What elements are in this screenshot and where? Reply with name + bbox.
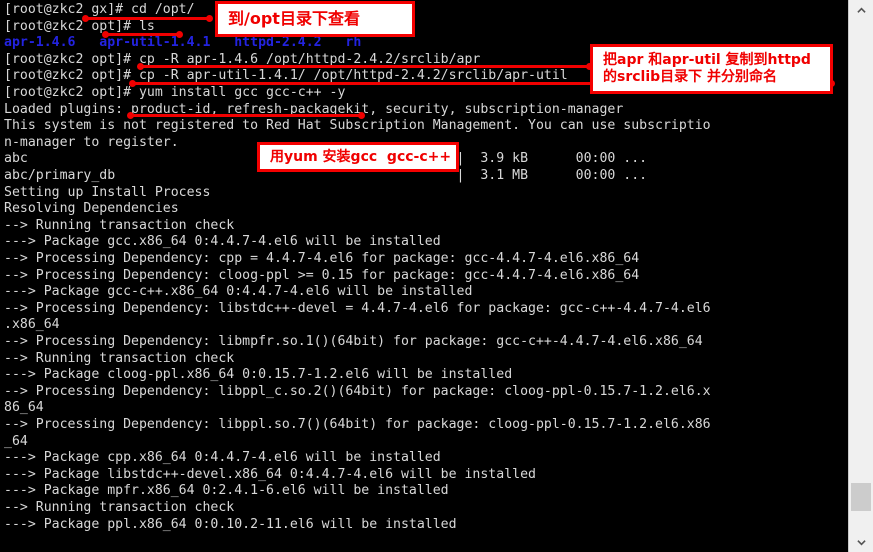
- leader-line-cp-apr: [137, 63, 593, 70]
- terminal-line: --> Running transaction check: [4, 350, 235, 366]
- terminal-line: apr-1.4.6 apr-util-1.4.1 httpd-2.4.2 rh: [4, 35, 362, 51]
- terminal-line: --> Running transaction check: [4, 500, 235, 515]
- terminal-line: --> Processing Dependency: libstdc++-dev…: [4, 300, 711, 316]
- callout-copy-srclib-line-2: 的srclib目录下 并分别命名: [603, 69, 778, 85]
- terminal-line: n-manager to register.: [4, 134, 179, 150]
- callout-yum-gcc-line-1: 用yum 安装gcc gcc-c++: [270, 148, 452, 165]
- terminal-line: Setting up Install Process: [4, 184, 211, 200]
- vertical-scrollbar[interactable]: [848, 0, 873, 552]
- scrollbar-down-button[interactable]: [849, 532, 873, 552]
- terminal-line: [root@zkc2 gx]# cd /opt/: [4, 2, 195, 17]
- scrollbar-track-above-thumb[interactable]: [849, 20, 873, 483]
- terminal-line: --> Processing Dependency: cloog-ppl >= …: [4, 267, 640, 283]
- callout-cd-opt: 到/opt目录下查看: [215, 1, 415, 37]
- leader-line-yum: [127, 112, 365, 119]
- scrollbar-up-button[interactable]: [849, 0, 873, 20]
- callout-copy-srclib: 把apr 和apr-util 复制到httpd 的srclib目录下 并分别命名: [590, 44, 833, 94]
- callout-copy-srclib-line-1: 把apr 和apr-util 复制到httpd: [603, 52, 811, 69]
- terminal-line: --> Processing Dependency: libmpfr.so.1(…: [4, 334, 703, 349]
- terminal-line: Resolving Dependencies: [4, 201, 179, 217]
- terminal-line: --> Processing Dependency: libppl_c.so.2…: [4, 383, 711, 399]
- terminal-line: --> Processing Dependency: libppl.so.7()…: [4, 417, 711, 432]
- leader-line-ls: [102, 31, 183, 38]
- terminal-line: ---> Package gcc-c++.x86_64 0:4.4.7-4.el…: [4, 284, 473, 300]
- terminal-line: 86_64: [4, 400, 44, 416]
- terminal-line: ---> Package gcc.x86_64 0:4.4.7-4.el6 wi…: [4, 234, 441, 250]
- terminal-line: _64: [4, 433, 28, 449]
- terminal-line: ---> Package ppl.x86_64 0:0.10.2-11.el6 …: [4, 516, 457, 532]
- callout-yum-gcc: 用yum 安装gcc gcc-c++: [257, 142, 459, 172]
- terminal-window: [root@zkc2 gx]# cd /opt/ [root@zkc2 opt]#…: [0, 0, 873, 552]
- chevron-up-icon: [856, 7, 866, 13]
- chevron-down-icon: [856, 539, 866, 545]
- terminal-line: ---> Package mpfr.x86_64 0:2.4.1-6.el6 w…: [4, 483, 449, 499]
- callout-cd-opt-line-1: 到/opt目录下查看: [228, 8, 360, 28]
- terminal-line: This system is not registered to Red Hat…: [4, 118, 711, 134]
- terminal-line: [root@zkc2 opt]# yum install gcc gcc-c++…: [4, 85, 346, 100]
- leader-line-cd-opt: [82, 15, 213, 22]
- scrollbar-thumb[interactable]: [851, 483, 871, 511]
- terminal-line: ---> Package libstdc++-devel.x86_64 0:4.…: [4, 466, 536, 482]
- terminal-line: --> Running transaction check: [4, 217, 235, 233]
- scrollbar-track-below-thumb[interactable]: [849, 511, 873, 532]
- terminal-line: .x86_64: [4, 317, 60, 333]
- terminal-line: ---> Package cpp.x86_64 0:4.4.7-4.el6 wi…: [4, 450, 441, 466]
- terminal-line: --> Processing Dependency: cpp = 4.4.7-4…: [4, 251, 640, 266]
- terminal-line: ---> Package cloog-ppl.x86_64 0:0.15.7-1…: [4, 367, 513, 383]
